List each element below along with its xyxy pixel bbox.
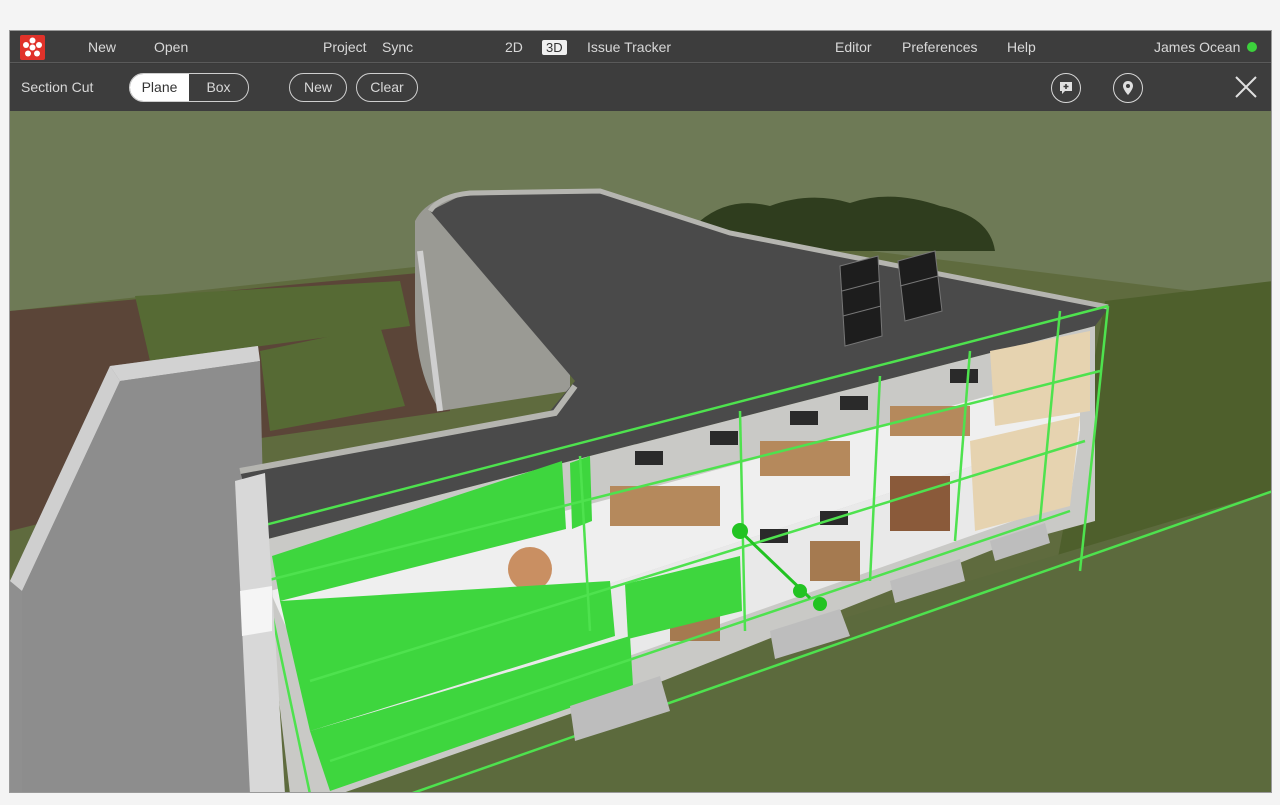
user-name[interactable]: James Ocean — [1154, 39, 1240, 55]
app-logo-icon[interactable] — [20, 35, 45, 60]
menu-issue-tracker[interactable]: Issue Tracker — [587, 39, 671, 55]
online-status-dot — [1247, 42, 1257, 52]
building-scene — [10, 111, 1271, 792]
location-pin-icon — [1123, 81, 1133, 95]
add-comment-icon — [1060, 82, 1072, 94]
menu-open[interactable]: Open — [154, 39, 188, 55]
cut-mode-toggle: Plane Box — [129, 73, 249, 102]
view-3d-button[interactable]: 3D — [542, 39, 567, 55]
plane-option[interactable]: Plane — [130, 74, 189, 101]
view-2d-button[interactable]: 2D — [505, 39, 523, 55]
menu-new[interactable]: New — [88, 39, 116, 55]
add-comment-button[interactable] — [1051, 73, 1081, 103]
app-window: New Open Project Sync 2D 3D Issue Tracke… — [9, 30, 1272, 793]
new-cut-button[interactable]: New — [289, 73, 347, 102]
close-icon — [1235, 76, 1257, 98]
menu-project[interactable]: Project — [323, 39, 367, 55]
close-section-cut-button[interactable] — [1233, 74, 1259, 100]
menu-editor[interactable]: Editor — [835, 39, 872, 55]
section-cut-label: Section Cut — [21, 79, 94, 95]
view-3d-label: 3D — [542, 40, 567, 55]
menu-preferences[interactable]: Preferences — [902, 39, 977, 55]
menu-bar: New Open Project Sync 2D 3D Issue Tracke… — [10, 31, 1271, 63]
menu-sync[interactable]: Sync — [382, 39, 413, 55]
box-option[interactable]: Box — [189, 74, 248, 101]
section-cut-toolbar: Section Cut Plane Box New Clear — [10, 64, 1271, 111]
clear-cut-button[interactable]: Clear — [356, 73, 418, 102]
3d-viewport[interactable] — [10, 111, 1271, 792]
location-pin-button[interactable] — [1113, 73, 1143, 103]
menu-help[interactable]: Help — [1007, 39, 1036, 55]
